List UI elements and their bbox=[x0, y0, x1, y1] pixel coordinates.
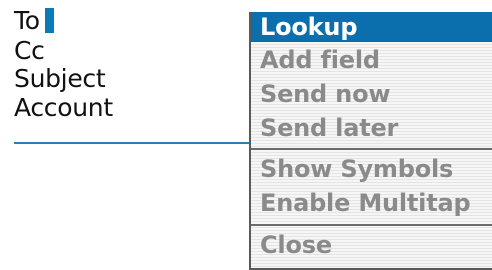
cc-label: Cc bbox=[14, 35, 45, 65]
subject-field[interactable]: Subject bbox=[14, 63, 106, 93]
menu-separator bbox=[251, 148, 492, 150]
menu-item-lookup[interactable]: Lookup bbox=[251, 12, 492, 42]
menu-item-label: Send later bbox=[260, 114, 399, 142]
menu-item-label: Send now bbox=[260, 80, 391, 108]
menu-item-label: Show Symbols bbox=[260, 155, 454, 183]
menu-item-label: Lookup bbox=[260, 13, 358, 41]
menu-item-show-symbols[interactable]: Show Symbols bbox=[251, 154, 492, 184]
menu-item-label: Close bbox=[260, 231, 332, 259]
context-menu: Lookup Add field Send now Send later Sho… bbox=[249, 12, 492, 270]
account-field[interactable]: Account bbox=[14, 92, 113, 122]
cc-field[interactable]: Cc bbox=[14, 35, 45, 65]
account-label: Account bbox=[14, 92, 113, 122]
to-label: To bbox=[14, 5, 40, 35]
header-divider bbox=[14, 142, 258, 144]
menu-item-send-later[interactable]: Send later bbox=[251, 113, 492, 143]
menu-item-add-field[interactable]: Add field bbox=[251, 45, 492, 75]
menu-item-label: Enable Multitap bbox=[260, 189, 471, 217]
menu-item-close[interactable]: Close bbox=[251, 230, 492, 260]
to-field[interactable]: To bbox=[14, 5, 54, 35]
subject-label: Subject bbox=[14, 63, 106, 93]
compose-form: To Cc Subject Account bbox=[0, 0, 270, 150]
menu-item-send-now[interactable]: Send now bbox=[251, 79, 492, 109]
menu-separator bbox=[251, 224, 492, 226]
text-cursor bbox=[44, 7, 54, 33]
menu-item-label: Add field bbox=[260, 46, 380, 74]
menu-item-enable-multitap[interactable]: Enable Multitap bbox=[251, 188, 492, 218]
